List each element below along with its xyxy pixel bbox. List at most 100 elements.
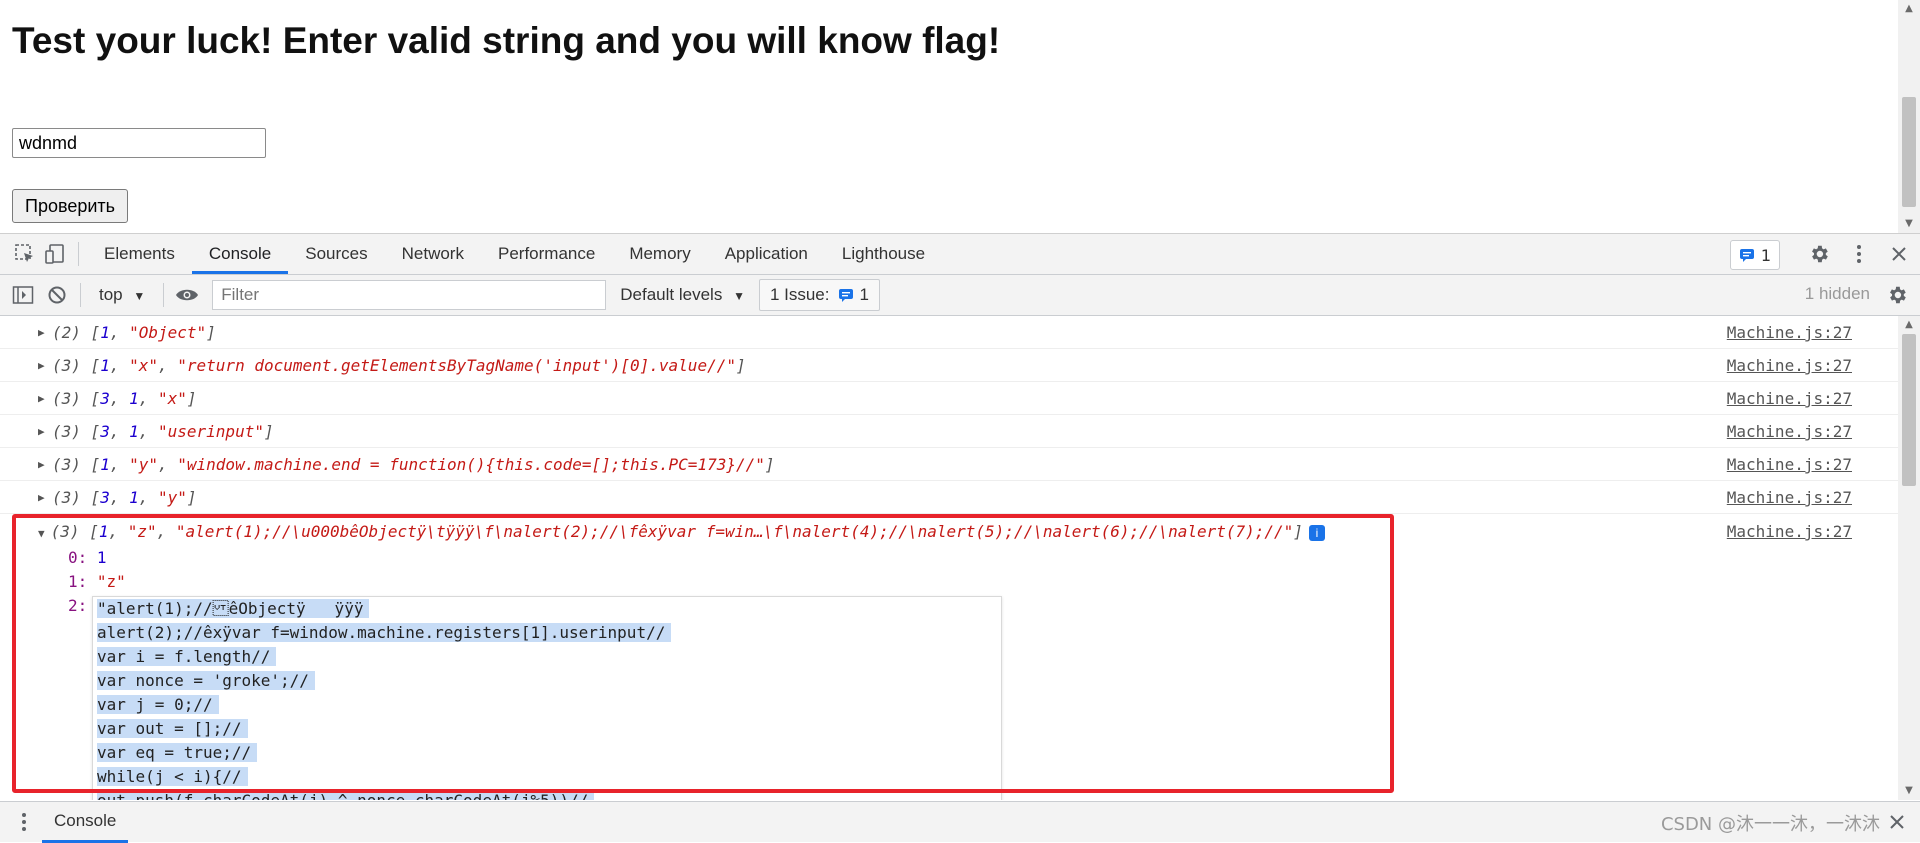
entry-count: (3) [52,356,81,375]
number-value: 3 [100,422,110,441]
more-vert-icon[interactable] [1844,239,1874,269]
string-value: "x" [158,389,187,408]
issues-button-count: 1 [859,285,869,304]
console-log-row[interactable]: ▶ (2) [1, "Object"] Machine.js:27 [0,316,1898,349]
console-log-row[interactable]: ▶ (3) [3, 1, "x"] Machine.js:27 [0,382,1898,415]
page-scrollbar[interactable]: ▲ ▼ [1898,0,1920,233]
context-select[interactable]: top ▼ [99,285,145,305]
punctuation: ] [735,356,746,375]
number-value: 1 [129,389,139,408]
sidebar-toggle-icon[interactable] [8,280,38,310]
expand-arrow-icon[interactable]: ▶ [38,425,45,438]
console-log-row[interactable]: ▶ (3) [1, "x", "return document.getElemen… [0,349,1898,382]
console-log-row[interactable]: ▶ (3) [3, 1, "y"] Machine.js:27 [0,481,1898,514]
levels-select[interactable]: Default levels ▼ [620,285,745,305]
punctuation: [ [90,488,101,507]
tab-application[interactable]: Application [708,234,825,274]
chevron-down-icon: ▼ [733,289,745,303]
entry-count: (3) [52,422,81,441]
gear-icon[interactable] [1882,280,1912,310]
expand-arrow-icon[interactable]: ▶ [38,326,45,339]
scroll-up-icon[interactable]: ▲ [1898,0,1920,18]
source-link[interactable]: Machine.js:27 [1727,389,1852,408]
close-icon[interactable] [1884,239,1914,269]
expand-arrow-icon[interactable]: ▶ [38,392,45,405]
console-log-row[interactable]: ▶ (3) [3, 1, "userinput"] Machine.js:27 [0,415,1898,448]
punctuation: , [158,356,178,375]
console-scroll-thumb[interactable] [1902,334,1916,486]
number-value: 1 [129,422,139,441]
issues-badge[interactable]: 1 [1729,240,1780,270]
number-value: 1 [100,356,110,375]
string-value: "y" [129,455,158,474]
tab-lighthouse[interactable]: Lighthouse [825,234,942,274]
watermark-text: CSDN @沐一一沐，一沐沐 [1660,814,1880,835]
punctuation: , [158,455,178,474]
string-value: "x" [129,356,158,375]
console-toolbar: top ▼ Default levels ▼ 1 Issue: 1 1 hidd… [0,275,1920,316]
expand-arrow-icon[interactable]: ▶ [38,458,45,471]
device-toolbar-icon[interactable] [40,239,70,269]
tab-performance[interactable]: Performance [481,234,612,274]
page-title: Test your luck! Enter valid string and y… [12,20,1001,61]
string-value: "Object" [129,323,207,342]
punctuation: , [109,455,130,474]
source-link[interactable]: Machine.js:27 [1727,422,1852,441]
source-link[interactable]: Machine.js:27 [1727,488,1852,507]
filter-input[interactable] [212,280,607,310]
expand-arrow-icon[interactable]: ▶ [38,491,45,504]
console-log-row[interactable]: ▶ (3) [1, "y", "window.machine.end = func… [0,448,1898,481]
tab-network[interactable]: Network [385,234,481,274]
punctuation: , [138,389,158,408]
tab-console[interactable]: Console [191,234,289,274]
log-preview: (3) [3, 1, "y"] [52,488,197,507]
source-link[interactable]: Machine.js:27 [1727,356,1852,375]
gear-icon[interactable] [1804,239,1834,269]
punctuation: [ [90,356,101,375]
issues-button[interactable]: 1 Issue: 1 [758,279,880,311]
punctuation: ] [764,455,775,474]
clear-console-icon[interactable] [42,280,72,310]
toolbar-separator [80,283,81,307]
punctuation: , [109,422,130,441]
hidden-count: 1 hidden [1804,284,1870,303]
expand-arrow-icon[interactable]: ▶ [38,359,45,372]
more-vert-icon[interactable] [14,810,34,834]
tab-elements[interactable]: Elements [87,234,192,274]
eye-icon[interactable] [172,280,202,310]
close-icon[interactable] [1882,807,1912,837]
message-icon [1739,249,1754,262]
devtools-tabbar: Elements Console Sources Network Performance… [0,234,1920,275]
punctuation: ] [186,488,197,507]
punctuation: ] [206,323,216,342]
scroll-down-icon[interactable]: ▼ [1898,782,1920,800]
punctuation: [ [90,422,101,441]
source-link[interactable]: Machine.js:27 [1727,455,1852,474]
issues-count: 1 [1760,245,1771,265]
number-value: 1 [100,323,110,342]
number-value: 3 [100,488,110,507]
source-link[interactable]: Machine.js:27 [1727,323,1852,342]
tab-sources[interactable]: Sources [288,234,384,274]
scroll-up-icon[interactable]: ▲ [1898,316,1920,334]
punctuation: ] [263,422,274,441]
string-value: "return document.getElementsByTagName('i… [177,356,736,375]
message-icon [838,289,853,302]
drawer-tab-console[interactable]: Console [42,802,129,843]
punctuation: ] [186,389,197,408]
console-scrollbar[interactable]: ▲ ▼ [1898,316,1920,800]
console-rows: ▶ (2) [1, "Object"] Machine.js:27 ▶ (3) [1, … [0,316,1898,514]
number-value: 1 [129,488,139,507]
flag-input[interactable] [12,128,266,158]
page-scroll-thumb[interactable] [1902,97,1916,207]
punctuation: , [109,323,130,342]
scroll-down-icon[interactable]: ▼ [1898,215,1920,233]
inspect-icon[interactable] [10,239,40,269]
log-preview: (2) [1, "Object"] [52,323,216,342]
check-button[interactable]: Проверить [12,189,129,223]
web-page: Test your luck! Enter valid string and y… [0,0,1920,234]
string-value: "userinput" [158,422,264,441]
source-link[interactable]: Machine.js:27 [1727,522,1852,541]
punctuation: , [109,488,130,507]
tab-memory[interactable]: Memory [612,234,707,274]
